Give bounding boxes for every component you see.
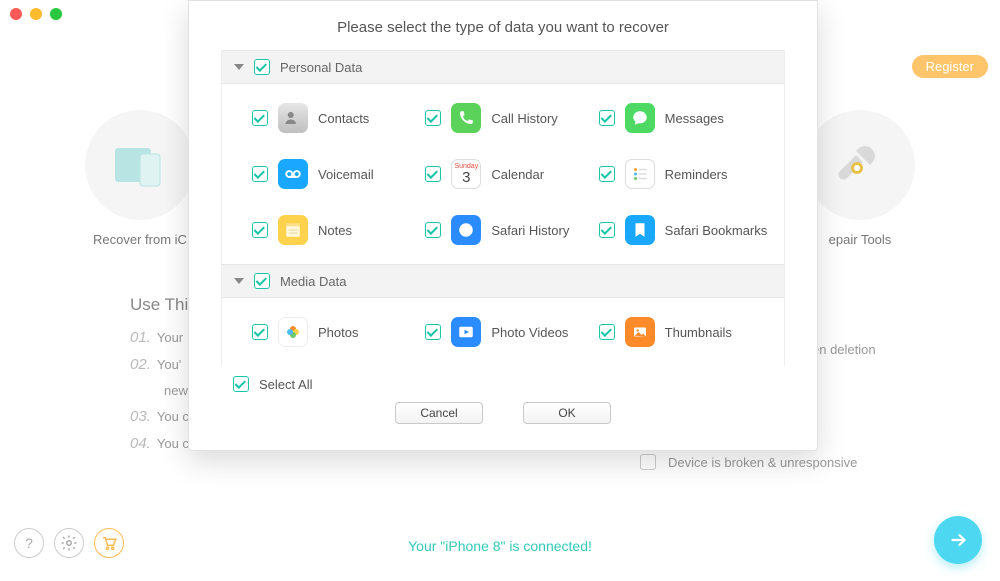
item-calendar[interactable]: Sunday3 Calendar <box>425 146 598 202</box>
select-all-row[interactable]: Select All <box>233 376 312 392</box>
item-label: Messages <box>665 111 724 126</box>
checkbox-icon[interactable] <box>640 454 656 470</box>
item-label: Photos <box>318 325 358 340</box>
section-header-personal[interactable]: Personal Data <box>222 50 784 84</box>
modal-body: Personal Data Contacts Call History Mess… <box>221 50 785 366</box>
item-label: Contacts <box>318 111 369 126</box>
item-contacts[interactable]: Contacts <box>252 90 425 146</box>
safari-icon <box>451 215 481 245</box>
section-header-media[interactable]: Media Data <box>222 264 784 298</box>
item-checkbox[interactable] <box>599 324 615 340</box>
item-label: Photo Videos <box>491 325 568 340</box>
item-checkbox[interactable] <box>252 110 268 126</box>
minimize-window-icon[interactable] <box>30 8 42 20</box>
modal-title: Please select the type of data you want … <box>189 1 817 50</box>
wrench-icon <box>805 110 915 220</box>
select-all-label: Select All <box>259 377 312 392</box>
register-button[interactable]: Register <box>912 55 988 78</box>
item-checkbox[interactable] <box>599 166 615 182</box>
section-title: Media Data <box>280 274 346 289</box>
photo-videos-icon <box>451 317 481 347</box>
item-label: Thumbnails <box>665 325 732 340</box>
item-checkbox[interactable] <box>425 324 441 340</box>
contacts-icon <box>278 103 308 133</box>
item-label: Safari Bookmarks <box>665 223 768 238</box>
phone-icon <box>451 103 481 133</box>
section-grid-personal: Contacts Call History Messages Voicemail… <box>222 84 784 264</box>
bookmark-icon <box>625 215 655 245</box>
section-checkbox[interactable] <box>254 273 270 289</box>
data-type-modal: Please select the type of data you want … <box>188 0 818 451</box>
reminders-icon <box>625 159 655 189</box>
voicemail-icon <box>278 159 308 189</box>
item-label: Call History <box>491 111 557 126</box>
item-notes[interactable]: Notes <box>252 202 425 258</box>
connection-status: Your "iPhone 8" is connected! <box>0 538 1000 554</box>
item-messages[interactable]: Messages <box>599 90 772 146</box>
item-label: Notes <box>318 223 352 238</box>
select-all-checkbox[interactable] <box>233 376 249 392</box>
item-safari-history[interactable]: Safari History <box>425 202 598 258</box>
section-title: Personal Data <box>280 60 362 75</box>
ok-button[interactable]: OK <box>523 402 611 424</box>
scenario-label: Device is broken & unresponsive <box>668 455 857 470</box>
chevron-down-icon <box>234 278 244 284</box>
item-checkbox[interactable] <box>425 110 441 126</box>
maximize-window-icon[interactable] <box>50 8 62 20</box>
cancel-button[interactable]: Cancel <box>395 402 483 424</box>
item-label: Voicemail <box>318 167 374 182</box>
item-label: Reminders <box>665 167 728 182</box>
scenario-row[interactable]: Device is broken & unresponsive <box>640 454 960 470</box>
item-call-history[interactable]: Call History <box>425 90 598 146</box>
item-photos[interactable]: Photos <box>252 304 425 360</box>
item-label: Safari History <box>491 223 569 238</box>
device-icon <box>85 110 195 220</box>
section-checkbox[interactable] <box>254 59 270 75</box>
item-checkbox[interactable] <box>252 324 268 340</box>
item-photo-videos[interactable]: Photo Videos <box>425 304 598 360</box>
proceed-button[interactable] <box>934 516 982 564</box>
item-checkbox[interactable] <box>425 222 441 238</box>
thumbnails-icon <box>625 317 655 347</box>
item-thumbnails[interactable]: Thumbnails <box>599 304 772 360</box>
item-label: Calendar <box>491 167 544 182</box>
chevron-down-icon <box>234 64 244 70</box>
notes-icon <box>278 215 308 245</box>
item-voicemail[interactable]: Voicemail <box>252 146 425 202</box>
modal-footer: Select All Cancel OK <box>189 366 817 438</box>
item-checkbox[interactable] <box>252 166 268 182</box>
item-checkbox[interactable] <box>252 222 268 238</box>
item-checkbox[interactable] <box>599 110 615 126</box>
item-safari-bookmarks[interactable]: Safari Bookmarks <box>599 202 772 258</box>
item-checkbox[interactable] <box>599 222 615 238</box>
close-window-icon[interactable] <box>10 8 22 20</box>
item-reminders[interactable]: Reminders <box>599 146 772 202</box>
item-checkbox[interactable] <box>425 166 441 182</box>
messages-icon <box>625 103 655 133</box>
photos-icon <box>278 317 308 347</box>
calendar-icon: Sunday3 <box>451 159 481 189</box>
section-grid-media: Photos Photo Videos Thumbnails <box>222 298 784 366</box>
